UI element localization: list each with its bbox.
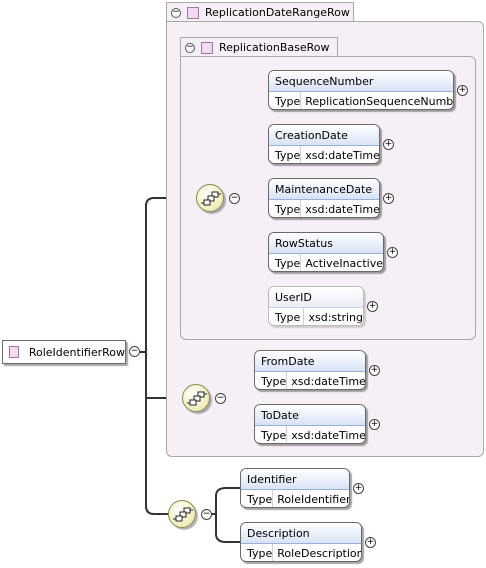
group-label: ReplicationDateRangeRow [205, 6, 350, 19]
element-row-status[interactable]: RowStatus Type ActiveInactive [268, 232, 384, 272]
group-label: ReplicationBaseRow [219, 41, 330, 54]
type-label: Type [269, 254, 302, 271]
type-value: RoleDescription [277, 546, 362, 560]
element-maintenance-date[interactable]: MaintenanceDate Type xsd:dateTime [268, 178, 380, 218]
type-label: Type [255, 426, 288, 443]
element-name: CreationDate [269, 125, 379, 146]
type-label: Type [269, 92, 302, 109]
expand-icon[interactable]: + [369, 365, 380, 376]
type-value: xsd:dateTime [291, 428, 366, 442]
type-label: Type [269, 200, 302, 217]
sequence-compositor-icon[interactable] [168, 500, 196, 528]
element-description[interactable]: Description Type RoleDescription [240, 522, 362, 562]
element-type-row: Type xsd:dateTime [255, 372, 366, 389]
type-value: xsd:dateTime [291, 374, 366, 388]
expand-icon[interactable]: + [367, 301, 378, 312]
expand-icon[interactable]: + [383, 193, 394, 204]
type-label: Type [241, 490, 274, 507]
type-value: ActiveInactive [305, 256, 383, 270]
group-tab-replication-date-range-row[interactable]: − ReplicationDateRangeRow [166, 2, 354, 22]
element-name: Description [241, 523, 361, 544]
element-sequence-number[interactable]: SequenceNumber Type ReplicationSequenceN… [268, 70, 454, 110]
expand-icon[interactable]: + [353, 483, 364, 494]
element-name: MaintenanceDate [269, 179, 379, 200]
element-name: SequenceNumber [269, 71, 453, 92]
element-type-row: Type RoleDescription [241, 544, 362, 561]
collapse-icon[interactable]: − [229, 193, 240, 204]
group-tab-replication-base-row[interactable]: − ReplicationBaseRow [180, 37, 338, 57]
root-element-name: RoleIdentifierRow [28, 345, 125, 359]
element-identifier[interactable]: Identifier Type RoleIdentifier [240, 468, 350, 508]
collapse-icon[interactable]: − [201, 509, 212, 520]
expand-icon[interactable]: + [383, 139, 394, 150]
element-from-date[interactable]: FromDate Type xsd:dateTime [254, 350, 366, 390]
type-label: Type [269, 146, 302, 163]
element-name: ToDate [255, 405, 365, 426]
element-name: FromDate [255, 351, 365, 372]
expand-icon[interactable]: + [457, 85, 468, 96]
collapse-icon[interactable]: − [185, 42, 195, 53]
element-icon [9, 346, 19, 358]
group-icon [187, 6, 199, 19]
element-to-date[interactable]: ToDate Type xsd:dateTime [254, 404, 366, 444]
type-value: xsd:dateTime [305, 148, 380, 162]
sequence-compositor-icon[interactable] [196, 184, 224, 212]
element-type-row: Type ActiveInactive [269, 254, 383, 271]
element-user-id[interactable]: UserID Type xsd:string [268, 286, 364, 326]
element-name: UserID [269, 287, 363, 308]
expand-icon[interactable]: + [365, 537, 376, 548]
root-element[interactable]: RoleIdentifierRow [2, 340, 126, 364]
type-value: ReplicationSequenceNumber [305, 94, 454, 108]
element-type-row: Type xsd:dateTime [255, 426, 366, 443]
element-type-row: Type xsd:string [269, 308, 363, 325]
collapse-icon[interactable]: − [129, 346, 140, 357]
element-type-row: Type RoleIdentifier [241, 490, 350, 507]
element-creation-date[interactable]: CreationDate Type xsd:dateTime [268, 124, 380, 164]
collapse-icon[interactable]: − [171, 7, 181, 18]
element-type-row: Type ReplicationSequenceNumber [269, 92, 454, 109]
type-value: xsd:dateTime [305, 202, 380, 216]
type-label: Type [241, 544, 274, 561]
expand-icon[interactable]: + [387, 247, 398, 258]
type-value: xsd:string [308, 310, 363, 324]
expand-icon[interactable]: + [369, 419, 380, 430]
sequence-compositor-icon[interactable] [182, 384, 210, 412]
element-name: RowStatus [269, 233, 383, 254]
element-name: Identifier [241, 469, 349, 490]
type-value: RoleIdentifier [277, 492, 350, 506]
element-type-row: Type xsd:dateTime [269, 146, 380, 163]
type-label: Type [255, 372, 288, 389]
element-type-row: Type xsd:dateTime [269, 200, 380, 217]
collapse-icon[interactable]: − [215, 393, 226, 404]
type-label: Type [269, 308, 305, 325]
group-icon [201, 41, 213, 54]
